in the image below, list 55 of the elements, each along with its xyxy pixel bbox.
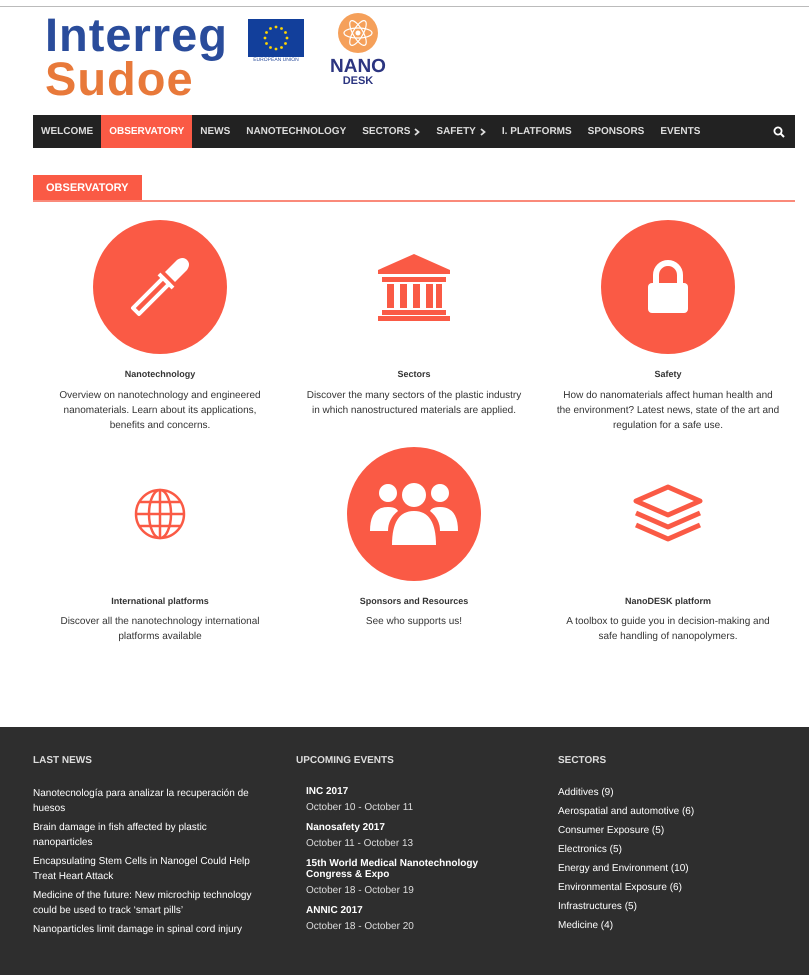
feature-description: Overview on nanotechnology and engineered nanomaterials. Learn about its applications, benefits and concerns.: [58, 388, 262, 432]
event-link[interactable]: 15th World Medical Nanotechnology Congress & Expo: [296, 858, 521, 880]
column-heading: LAST NEWS: [33, 754, 93, 768]
logo-text: NANO: [330, 57, 386, 76]
sector-link[interactable]: Consumer Exposure (5): [558, 824, 809, 838]
layers-icon[interactable]: [632, 482, 704, 544]
column-heading: SECTORS: [558, 754, 608, 768]
sector-link[interactable]: Environmental Exposure (6): [558, 881, 809, 895]
feature-description: A toolbox to guide you in decision-making and safe handling of nanopolymers.: [565, 615, 771, 644]
sector-link[interactable]: Medicine (4): [558, 919, 809, 933]
nav-link[interactable]: I. PLATFORMS: [494, 115, 580, 148]
feature-title[interactable]: International platforms: [111, 594, 209, 608]
logo-text: Sudoe: [45, 57, 194, 101]
bank-icon[interactable]: [376, 252, 452, 322]
sector-link[interactable]: Energy and Environment (10): [558, 862, 809, 876]
nav-link[interactable]: SECTORS: [354, 115, 428, 148]
event-dates: October 18 - October 20: [305, 920, 415, 934]
news-link[interactable]: Nanoparticles limit damage in spinal cord injury: [33, 922, 268, 937]
event-dates: October 18 - October 19: [305, 884, 415, 898]
nav-link[interactable]: SPONSORS: [580, 115, 652, 148]
event-link[interactable]: Nanosafety 2017: [296, 822, 521, 833]
nav-link[interactable]: NEWS: [192, 115, 238, 148]
column-heading: UPCOMING EVENTS: [296, 754, 395, 768]
feature-description: How do nanomaterials affect human health and the environment? Latest news, state of the art and regulation for a safe use.: [556, 388, 780, 432]
logo-text: DESK: [342, 76, 374, 87]
nav-link[interactable]: WELCOME: [33, 115, 102, 148]
news-link[interactable]: Brain damage in fish affected by plastic nanoparticles: [33, 820, 268, 850]
event-link[interactable]: INC 2017: [296, 786, 521, 797]
chevron-icon: [480, 128, 486, 136]
event-dates: October 10 - October 11: [305, 801, 414, 815]
feature-title[interactable]: Nanotechnology: [124, 368, 196, 382]
search-icon[interactable]: [773, 126, 785, 138]
sector-link[interactable]: Electronics (5): [558, 843, 809, 857]
sector-link[interactable]: Infrastructures (5): [558, 900, 809, 914]
atom-icon: [338, 13, 378, 53]
chevron-icon: [414, 128, 420, 136]
flag-icon: [248, 19, 304, 57]
feature-title[interactable]: Sectors: [397, 368, 431, 382]
sector-link[interactable]: Additives (9): [558, 786, 809, 800]
feature-title[interactable]: Sponsors and Resources: [360, 594, 468, 608]
nav-link[interactable]: SAFETY: [428, 115, 494, 148]
news-link[interactable]: Medicine of the future: New microchip technology could be used to track ‘smart pills’: [33, 888, 268, 918]
news-link[interactable]: Nanotecnología para analizar la recuperación de huesos: [33, 786, 268, 816]
feature-title[interactable]: NanoDESK platform: [624, 594, 711, 608]
nav-link[interactable]: EVENTS: [652, 115, 708, 148]
nav-link[interactable]: NANOTECHNOLOGY: [238, 115, 354, 148]
feature-description: Discover all the nanotechnology international platforms available: [59, 615, 260, 644]
sector-link[interactable]: Aerospatial and automotive (6): [558, 805, 809, 819]
event-dates: October 11 - October 13: [305, 837, 414, 851]
feature-description: Discover the many sectors of the plastic industry in which nanostructured materials are applied.: [306, 388, 522, 418]
event-link[interactable]: ANNIC 2017: [296, 905, 521, 916]
news-link[interactable]: Encapsulating Stem Cells in Nanogel Could Help Treat Heart Attack: [33, 854, 268, 884]
feature-description: See who supports us!: [366, 615, 462, 629]
section-title: OBSERVATORY: [33, 175, 142, 200]
feature-title[interactable]: Safety: [654, 368, 682, 382]
